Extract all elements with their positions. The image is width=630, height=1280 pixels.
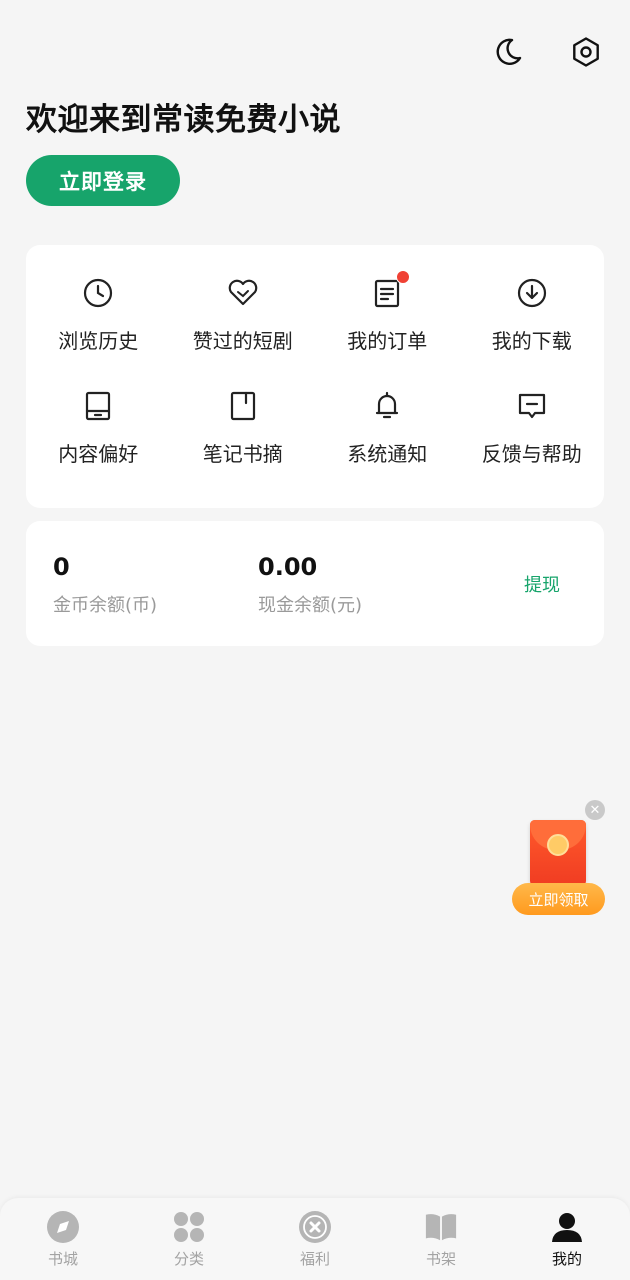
tablet-icon xyxy=(78,386,118,426)
coin-balance-value: 0 xyxy=(53,553,70,581)
menu-item-orders[interactable]: 我的订单 xyxy=(315,270,460,354)
menu-item-label: 赞过的短剧 xyxy=(192,329,293,353)
user-icon xyxy=(550,1210,584,1244)
cash-balance-label: 现金余额(元) xyxy=(258,595,363,616)
menu-item-history[interactable]: 浏览历史 xyxy=(26,273,171,354)
feedback-icon xyxy=(512,386,552,426)
red-packet-promo[interactable]: ✕ 立即领取 xyxy=(512,800,605,918)
menu-item-downloads[interactable]: 我的下载 xyxy=(460,273,605,354)
gear-icon[interactable] xyxy=(568,34,604,70)
tab-welfare[interactable]: 福利 xyxy=(252,1198,378,1280)
menu-item-label: 反馈与帮助 xyxy=(481,442,582,466)
download-icon xyxy=(512,273,552,313)
tab-bookstore[interactable]: 书城 xyxy=(0,1198,126,1280)
tab-label: 我的 xyxy=(551,1250,582,1268)
tab-label: 福利 xyxy=(299,1250,330,1268)
book-icon xyxy=(424,1210,458,1244)
tab-mine[interactable]: 我的 xyxy=(504,1198,630,1280)
bell-icon xyxy=(367,386,407,426)
tab-bookshelf[interactable]: 书架 xyxy=(378,1198,504,1280)
cash-balance-value: 0.00 xyxy=(258,553,318,581)
order-icon xyxy=(367,270,411,313)
bottom-tab-bar: 书城 分类 福利 书架 我的 xyxy=(0,1198,630,1280)
tab-categories[interactable]: 分类 xyxy=(126,1198,252,1280)
menu-item-feedback[interactable]: 反馈与帮助 xyxy=(460,386,605,467)
notebook-icon xyxy=(223,386,263,426)
menu-item-notes[interactable]: 笔记书摘 xyxy=(171,386,316,467)
menu-item-liked-dramas[interactable]: 赞过的短剧 xyxy=(171,273,316,354)
login-button[interactable]: 立即登录 xyxy=(26,155,180,206)
compass-icon xyxy=(46,1210,80,1244)
withdraw-button[interactable]: 提现 xyxy=(524,571,560,597)
coin-balance[interactable]: 0 金币余额(币) xyxy=(53,553,157,617)
welcome-title: 欢迎来到常读免费小说 xyxy=(26,102,341,138)
tab-label: 书架 xyxy=(425,1250,456,1268)
header-actions xyxy=(490,34,604,70)
menu-item-notifications[interactable]: 系统通知 xyxy=(315,386,460,467)
tab-label: 书城 xyxy=(47,1250,78,1268)
order-badge xyxy=(396,270,411,284)
menu-item-preferences[interactable]: 内容偏好 xyxy=(26,386,171,467)
menu-item-label: 浏览历史 xyxy=(58,329,139,353)
clock-icon xyxy=(78,273,118,313)
grid-icon xyxy=(172,1210,206,1244)
close-icon[interactable]: ✕ xyxy=(585,800,605,820)
gift-icon xyxy=(298,1210,332,1244)
menu-item-label: 内容偏好 xyxy=(58,442,139,466)
menu-card: 浏览历史 赞过的短剧 我的订单 我的下载 内容偏好 笔记书摘 系统通知 反馈与帮… xyxy=(26,245,604,508)
balance-card: 0 金币余额(币) 0.00 现金余额(元) 提现 xyxy=(26,521,604,646)
tab-label: 分类 xyxy=(173,1250,204,1268)
cash-balance[interactable]: 0.00 现金余额(元) xyxy=(258,553,362,617)
heart-icon xyxy=(223,273,263,313)
menu-item-label: 笔记书摘 xyxy=(202,442,283,466)
moon-icon[interactable] xyxy=(490,34,526,70)
menu-item-label: 系统通知 xyxy=(347,442,428,466)
menu-item-label: 我的订单 xyxy=(347,329,428,353)
coin-balance-label: 金币余额(币) xyxy=(53,595,158,616)
claim-button[interactable]: 立即领取 xyxy=(512,883,605,915)
menu-item-label: 我的下载 xyxy=(491,329,572,353)
red-envelope-icon xyxy=(530,820,586,886)
